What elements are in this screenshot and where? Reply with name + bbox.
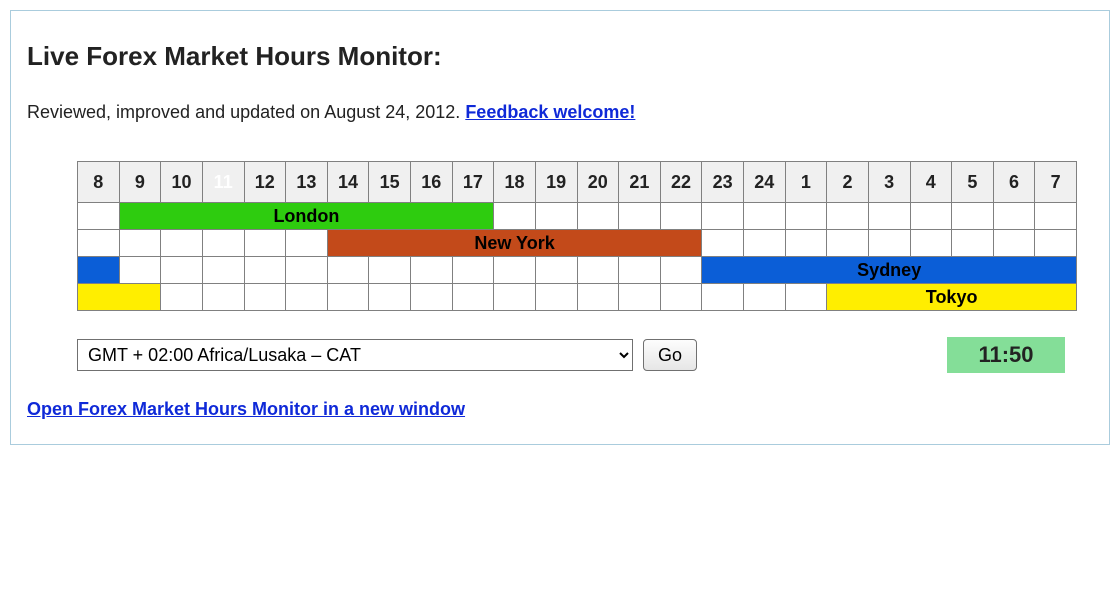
timezone-select[interactable]: GMT + 02:00 Africa/Lusaka – CAT xyxy=(77,339,633,371)
sydney-row: Sydney xyxy=(78,257,1077,284)
newyork-row: New York xyxy=(78,230,1077,257)
hours-header-row: 891011121314151617181920212223241234567 xyxy=(78,162,1077,203)
hour-header-cell: 22 xyxy=(660,162,702,203)
go-button[interactable]: Go xyxy=(643,339,697,371)
tokyo-row: Tokyo xyxy=(78,284,1077,311)
hour-header-cell: 6 xyxy=(993,162,1035,203)
hour-header-cell: 1 xyxy=(785,162,827,203)
page-title: Live Forex Market Hours Monitor: xyxy=(27,41,1095,72)
hour-header-cell: 15 xyxy=(369,162,411,203)
tokyo-bar: Tokyo xyxy=(827,284,1077,311)
hour-header-cell: 13 xyxy=(286,162,328,203)
open-new-window-link[interactable]: Open Forex Market Hours Monitor in a new… xyxy=(27,399,465,420)
hour-header-cell: 10 xyxy=(161,162,203,203)
hour-header-cell: 5 xyxy=(952,162,994,203)
hour-header-cell: 14 xyxy=(327,162,369,203)
hour-header-cell: 7 xyxy=(1035,162,1077,203)
hour-header-cell: 19 xyxy=(535,162,577,203)
hour-header-cell: 3 xyxy=(868,162,910,203)
controls-row: GMT + 02:00 Africa/Lusaka – CAT Go 11:50 xyxy=(77,337,1095,373)
sydney-bar: Sydney xyxy=(702,257,1077,284)
hour-header-cell: 2 xyxy=(827,162,869,203)
sydney-wrap-bar xyxy=(78,257,120,284)
hour-header-cell: 20 xyxy=(577,162,619,203)
london-row: London xyxy=(78,203,1077,230)
hour-header-cell: 16 xyxy=(411,162,453,203)
tokyo-wrap-bar xyxy=(78,284,161,311)
hour-header-cell: 17 xyxy=(452,162,494,203)
market-hours-chart: 891011121314151617181920212223241234567 … xyxy=(77,161,1065,311)
hour-header-cell: 18 xyxy=(494,162,536,203)
hour-header-cell: 11 xyxy=(202,162,244,203)
hour-header-cell: 21 xyxy=(619,162,661,203)
hour-header-cell: 23 xyxy=(702,162,744,203)
hour-header-cell: 24 xyxy=(744,162,786,203)
hour-header-cell: 12 xyxy=(244,162,286,203)
hour-header-cell: 8 xyxy=(78,162,120,203)
intro-text: Reviewed, improved and updated on August… xyxy=(27,102,465,122)
london-bar: London xyxy=(119,203,494,230)
hour-header-cell: 9 xyxy=(119,162,161,203)
newyork-bar: New York xyxy=(327,230,702,257)
feedback-link[interactable]: Feedback welcome! xyxy=(465,102,635,122)
hour-header-cell: 4 xyxy=(910,162,952,203)
intro-line: Reviewed, improved and updated on August… xyxy=(27,102,1095,123)
forex-hours-panel: Live Forex Market Hours Monitor: Reviewe… xyxy=(10,10,1110,445)
current-time-clock: 11:50 xyxy=(947,337,1065,373)
